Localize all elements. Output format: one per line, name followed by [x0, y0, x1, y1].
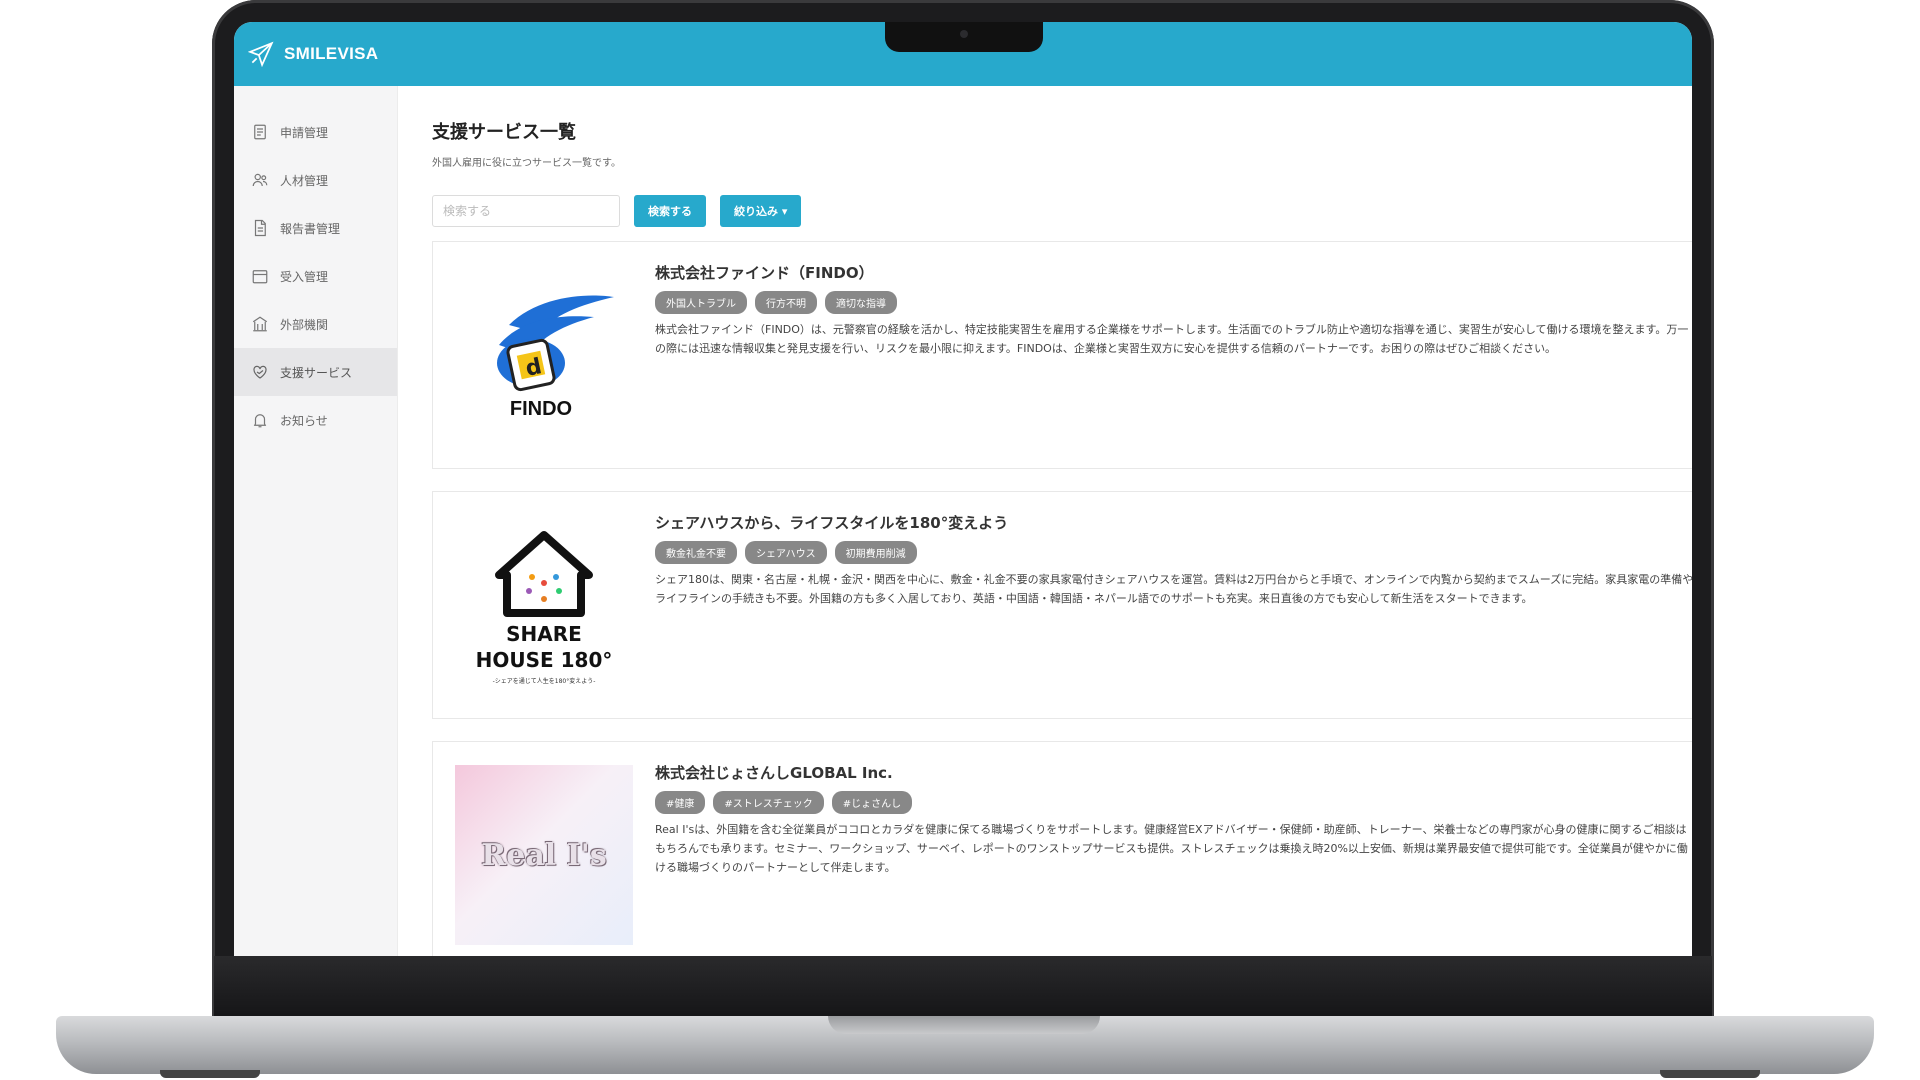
tag[interactable]: 敷金礼金不要 [655, 541, 737, 564]
filter-dropdown-button[interactable]: 絞り込み ▾ [720, 195, 802, 227]
sidebar: 申請管理 人材管理 報告書管理 受入管理 外部機関 支援サービス お知らせ [234, 86, 398, 956]
card-description: シェア180は、関東・名古屋・札幌・金沢・関西を中心に、敷金・礼金不要の家具家電… [655, 573, 1692, 605]
tag[interactable]: 行方不明 [755, 291, 817, 314]
document-icon [250, 122, 270, 142]
calendar-icon [250, 266, 270, 286]
sidebar-item-label: 申請管理 [280, 125, 329, 140]
main-content: 支援サービス一覧 外国人雇用に役に立つサービス一覧です。 検索する 絞り込み ▾ [398, 86, 1692, 956]
svg-text:-シェアを通じて人生を180°変えよう-: -シェアを通じて人生を180°変えよう- [493, 677, 596, 685]
camera-icon [960, 30, 968, 38]
card-title[interactable]: シェアハウスから、ライフスタイルを180°変えよう [655, 512, 1692, 533]
card-description: Real I'sは、外国籍を含む全従業員がココロとカラダを健康に保てる職場づくり… [655, 823, 1688, 874]
sharehouse-logo: SHARE HOUSE 180° -シェアを通じて人生を180°変えよう- [433, 492, 655, 718]
sidebar-item-notifications[interactable]: お知らせ [234, 396, 397, 444]
users-icon [250, 170, 270, 190]
svg-text:SHARE: SHARE [506, 622, 582, 646]
sidebar-item-personnel[interactable]: 人材管理 [234, 156, 397, 204]
laptop-foot [160, 1070, 260, 1078]
building-icon [250, 314, 270, 334]
laptop-base-groove [828, 1016, 1100, 1034]
service-card[interactable]: Real I's 株式会社じょさんしGLOBAL Inc. #健康 #ストレスチ… [432, 741, 1692, 956]
service-card-list: d FINDO 株式会社ファインド（FINDO） 外国人トラブル 行方不明 適切… [432, 241, 1692, 956]
sidebar-item-label: 外部機関 [280, 317, 329, 332]
real-is-logo: Real I's [455, 765, 633, 945]
service-card[interactable]: SHARE HOUSE 180° -シェアを通じて人生を180°変えよう- シェ… [432, 491, 1692, 719]
sidebar-item-label: 受入管理 [280, 269, 329, 284]
tag-list: 敷金礼金不要 シェアハウス 初期費用削減 [655, 541, 1692, 564]
page-subtitle: 外国人雇用に役に立つサービス一覧です。 [432, 158, 621, 169]
laptop-chin [214, 956, 1712, 1018]
sidebar-item-external[interactable]: 外部機関 [234, 300, 397, 348]
report-icon [250, 218, 270, 238]
sidebar-item-support-services[interactable]: 支援サービス [234, 348, 397, 396]
camera-notch [885, 22, 1043, 52]
search-toolbar: 検索する 絞り込み ▾ [432, 195, 1692, 227]
search-input[interactable] [432, 195, 620, 227]
tag-list: #健康 #ストレスチェック #じょさんし [655, 791, 1692, 814]
svg-text:FINDO: FINDO [510, 398, 572, 420]
tag[interactable]: #ストレスチェック [713, 791, 824, 814]
findo-logo: d FINDO [433, 242, 655, 468]
screen: SMILEVISA 申請管理 人材管理 報告書管理 受入管理 外部機関 支援サー… [234, 22, 1692, 956]
page-title: 支援サービス一覧 [432, 122, 576, 143]
sidebar-item-label: 人材管理 [280, 173, 329, 188]
search-button[interactable]: 検索する [634, 195, 706, 227]
real-is-logo-container: Real I's [433, 742, 655, 956]
sidebar-item-label: お知らせ [280, 413, 328, 428]
sidebar-item-label: 報告書管理 [280, 221, 341, 236]
brand-name[interactable]: SMILEVISA [284, 44, 378, 64]
svg-text:HOUSE 180°: HOUSE 180° [476, 648, 613, 672]
bell-icon [250, 410, 270, 430]
sidebar-item-acceptance[interactable]: 受入管理 [234, 252, 397, 300]
laptop-foot [1660, 1070, 1760, 1078]
sidebar-item-label: 支援サービス [280, 365, 353, 380]
tag[interactable]: シェアハウス [745, 541, 827, 564]
card-title[interactable]: 株式会社じょさんしGLOBAL Inc. [655, 762, 1692, 783]
tag[interactable]: 外国人トラブル [655, 291, 747, 314]
card-description: 株式会社ファインド（FINDO）は、元警察官の経験を活かし、特定技能実習生を雇用… [655, 323, 1689, 355]
tag[interactable]: #じょさんし [831, 791, 913, 814]
paper-plane-icon [248, 41, 274, 67]
service-card[interactable]: d FINDO 株式会社ファインド（FINDO） 外国人トラブル 行方不明 適切… [432, 241, 1692, 469]
heart-hand-icon [250, 362, 270, 382]
sidebar-item-reports[interactable]: 報告書管理 [234, 204, 397, 252]
tag[interactable]: 初期費用削減 [834, 541, 917, 564]
card-title[interactable]: 株式会社ファインド（FINDO） [655, 262, 1692, 283]
tag-list: 外国人トラブル 行方不明 適切な指導 [655, 291, 1692, 314]
tag[interactable]: 適切な指導 [825, 291, 897, 314]
sidebar-item-applications[interactable]: 申請管理 [234, 108, 397, 156]
tag[interactable]: #健康 [655, 791, 706, 814]
